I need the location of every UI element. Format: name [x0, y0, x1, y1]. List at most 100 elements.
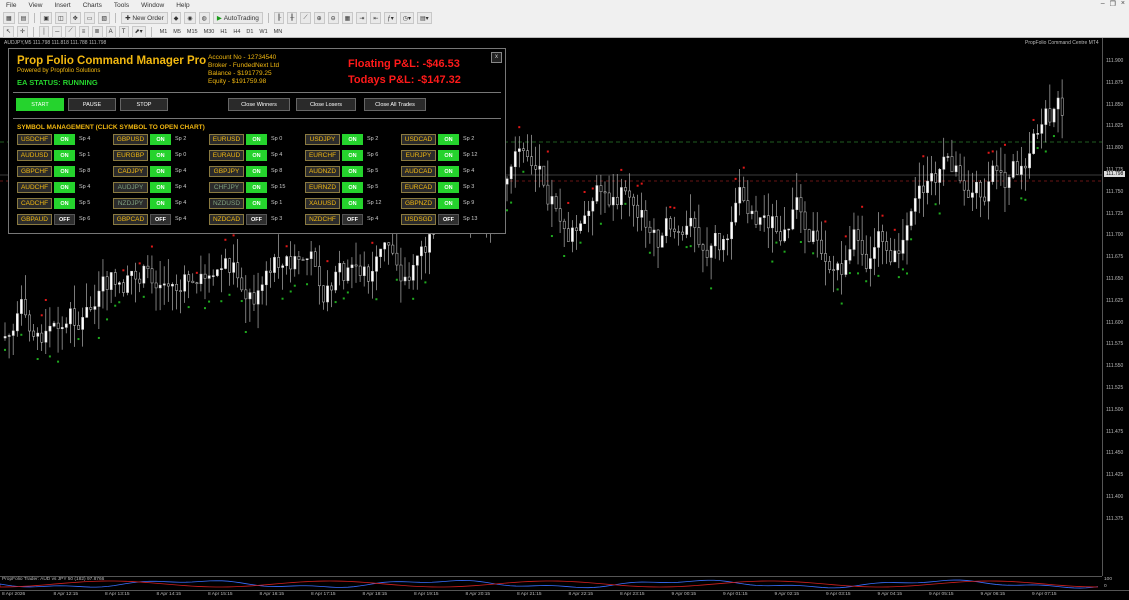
- symbol-toggle-nzdjpy[interactable]: ON: [150, 198, 171, 209]
- symbol-button-eurusd[interactable]: EURUSD: [209, 134, 244, 145]
- symbol-toggle-eurjpy[interactable]: ON: [438, 150, 459, 161]
- symbol-toggle-usdsgd[interactable]: OFF: [438, 214, 459, 225]
- pause-button[interactable]: PAUSE: [68, 98, 116, 111]
- symbol-button-gbpusd[interactable]: GBPUSD: [113, 134, 148, 145]
- timeframe-m15[interactable]: M15: [184, 29, 201, 35]
- symbol-button-nzdcad[interactable]: NZDCAD: [209, 214, 244, 225]
- symbol-toggle-audchf[interactable]: ON: [54, 182, 75, 193]
- line-chart-icon[interactable]: ⟋: [300, 12, 311, 24]
- symbol-button-eurgbp[interactable]: EURGBP: [113, 150, 148, 161]
- symbol-toggle-gbpjpy[interactable]: ON: [246, 166, 267, 177]
- symbol-button-nzdusd[interactable]: NZDUSD: [209, 198, 244, 209]
- timeframe-m5[interactable]: M5: [170, 29, 184, 35]
- close-icon[interactable]: ×: [1121, 0, 1125, 8]
- zoom-out-icon[interactable]: ⊖: [327, 12, 339, 24]
- shapes-icon[interactable]: ⬈▾: [131, 25, 146, 38]
- close-winners-button[interactable]: Close Winners: [228, 98, 290, 111]
- indicators-icon[interactable]: ƒ▾: [384, 12, 397, 24]
- indicator-window[interactable]: [0, 576, 1102, 591]
- timeframe-mn[interactable]: MN: [271, 29, 286, 35]
- chart-shift-icon[interactable]: ⇤: [370, 12, 382, 24]
- symbol-toggle-nzdchf[interactable]: OFF: [342, 214, 363, 225]
- price-axis[interactable]: 111.900 111.875 111.850 111.825 111.800 111.7…: [1102, 38, 1129, 576]
- symbol-button-eurnzd[interactable]: EURNZD: [305, 182, 340, 193]
- symbol-toggle-cadjpy[interactable]: ON: [150, 166, 171, 177]
- symbol-button-gbpcad[interactable]: GBPCAD: [113, 214, 148, 225]
- bar-chart-icon[interactable]: ╟: [273, 12, 285, 24]
- symbol-button-eurchf[interactable]: EURCHF: [305, 150, 340, 161]
- vertical-line-icon[interactable]: │: [39, 25, 50, 38]
- symbol-toggle-usdcad[interactable]: ON: [438, 134, 459, 145]
- trendline-icon[interactable]: ⟋: [65, 25, 76, 38]
- menu-item-insert[interactable]: Insert: [48, 2, 76, 9]
- panel-close-button[interactable]: x: [491, 52, 502, 63]
- symbol-toggle-eurgbp[interactable]: ON: [150, 150, 171, 161]
- symbol-toggle-audjpy[interactable]: ON: [150, 182, 171, 193]
- symbol-button-cadjpy[interactable]: CADJPY: [113, 166, 148, 177]
- symbol-button-audchf[interactable]: AUDCHF: [17, 182, 52, 193]
- cursor-icon[interactable]: ↖: [3, 25, 15, 38]
- zoom-in-icon[interactable]: ⊕: [313, 12, 325, 24]
- symbol-toggle-gbpnzd[interactable]: ON: [438, 198, 459, 209]
- menu-item-charts[interactable]: Charts: [77, 2, 108, 9]
- market-icon[interactable]: ◍: [198, 12, 210, 24]
- symbol-toggle-usdchf[interactable]: ON: [54, 134, 75, 145]
- timeframe-w1[interactable]: W1: [256, 29, 270, 35]
- profiles-icon[interactable]: ▤: [17, 12, 30, 24]
- symbol-toggle-cadchf[interactable]: ON: [54, 198, 75, 209]
- crosshair-icon[interactable]: ✛: [17, 25, 29, 38]
- symbol-button-audusd[interactable]: AUDUSD: [17, 150, 52, 161]
- close-all-trades-button[interactable]: Close All Trades: [364, 98, 426, 111]
- data-window-icon[interactable]: ◫: [55, 12, 67, 24]
- meta-editor-icon[interactable]: ◆: [170, 12, 182, 24]
- symbol-toggle-gbpcad[interactable]: OFF: [150, 214, 171, 225]
- symbol-button-nzdjpy[interactable]: NZDJPY: [113, 198, 148, 209]
- timeframe-m1[interactable]: M1: [157, 29, 171, 35]
- auto-scroll-icon[interactable]: ⇥: [356, 12, 368, 24]
- navigator-icon[interactable]: ✥: [69, 12, 81, 24]
- symbol-toggle-eurchf[interactable]: ON: [342, 150, 363, 161]
- symbol-button-chfjpy[interactable]: CHFJPY: [209, 182, 244, 193]
- restore-icon[interactable]: ❐: [1110, 0, 1116, 8]
- symbol-toggle-eurnzd[interactable]: ON: [342, 182, 363, 193]
- menu-item-help[interactable]: Help: [170, 2, 195, 9]
- symbol-toggle-audcad[interactable]: ON: [438, 166, 459, 177]
- signals-icon[interactable]: ◉: [184, 12, 196, 24]
- horizontal-line-icon[interactable]: ─: [52, 25, 63, 38]
- symbol-button-gbpchf[interactable]: GBPCHF: [17, 166, 52, 177]
- symbol-toggle-usdjpy[interactable]: ON: [342, 134, 363, 145]
- symbol-button-euraud[interactable]: EURAUD: [209, 150, 244, 161]
- market-watch-icon[interactable]: ▣: [40, 12, 53, 24]
- close-losers-button[interactable]: Close Losers: [296, 98, 356, 111]
- tester-icon[interactable]: ▧: [98, 12, 111, 24]
- templates-icon[interactable]: ▤▾: [417, 12, 432, 24]
- symbol-toggle-eurcad[interactable]: ON: [438, 182, 459, 193]
- menu-item-view[interactable]: View: [22, 2, 48, 9]
- symbol-button-gbpnzd[interactable]: GBPNZD: [401, 198, 436, 209]
- symbol-button-usdchf[interactable]: USDCHF: [17, 134, 52, 145]
- periods-icon[interactable]: ◷▾: [399, 12, 415, 24]
- symbol-button-cadchf[interactable]: CADCHF: [17, 198, 52, 209]
- symbol-button-xauusd[interactable]: XAUUSD: [305, 198, 340, 209]
- timeframe-d1[interactable]: D1: [243, 29, 256, 35]
- symbol-toggle-xauusd[interactable]: ON: [342, 198, 363, 209]
- symbol-toggle-gbpchf[interactable]: ON: [54, 166, 75, 177]
- tile-windows-icon[interactable]: ▦: [341, 12, 354, 24]
- new-chart-icon[interactable]: ▦: [3, 12, 15, 24]
- symbol-button-gbpjpy[interactable]: GBPJPY: [209, 166, 244, 177]
- symbol-toggle-euraud[interactable]: ON: [246, 150, 267, 161]
- symbol-button-audcad[interactable]: AUDCAD: [401, 166, 436, 177]
- label-icon[interactable]: T: [118, 25, 129, 38]
- timeframe-h4[interactable]: H4: [230, 29, 243, 35]
- channel-icon[interactable]: ≡: [78, 25, 89, 38]
- symbol-toggle-audnzd[interactable]: ON: [342, 166, 363, 177]
- timeframe-h1[interactable]: H1: [217, 29, 230, 35]
- symbol-button-audnzd[interactable]: AUDNZD: [305, 166, 340, 177]
- candlestick-icon[interactable]: ╫: [287, 12, 298, 24]
- symbol-button-nzdchf[interactable]: NZDCHF: [305, 214, 340, 225]
- start-button[interactable]: START: [16, 98, 64, 111]
- symbol-toggle-audusd[interactable]: ON: [54, 150, 75, 161]
- symbol-toggle-gbpusd[interactable]: ON: [150, 134, 171, 145]
- fibonacci-icon[interactable]: ≣: [91, 25, 103, 38]
- menu-item-tools[interactable]: Tools: [108, 2, 135, 9]
